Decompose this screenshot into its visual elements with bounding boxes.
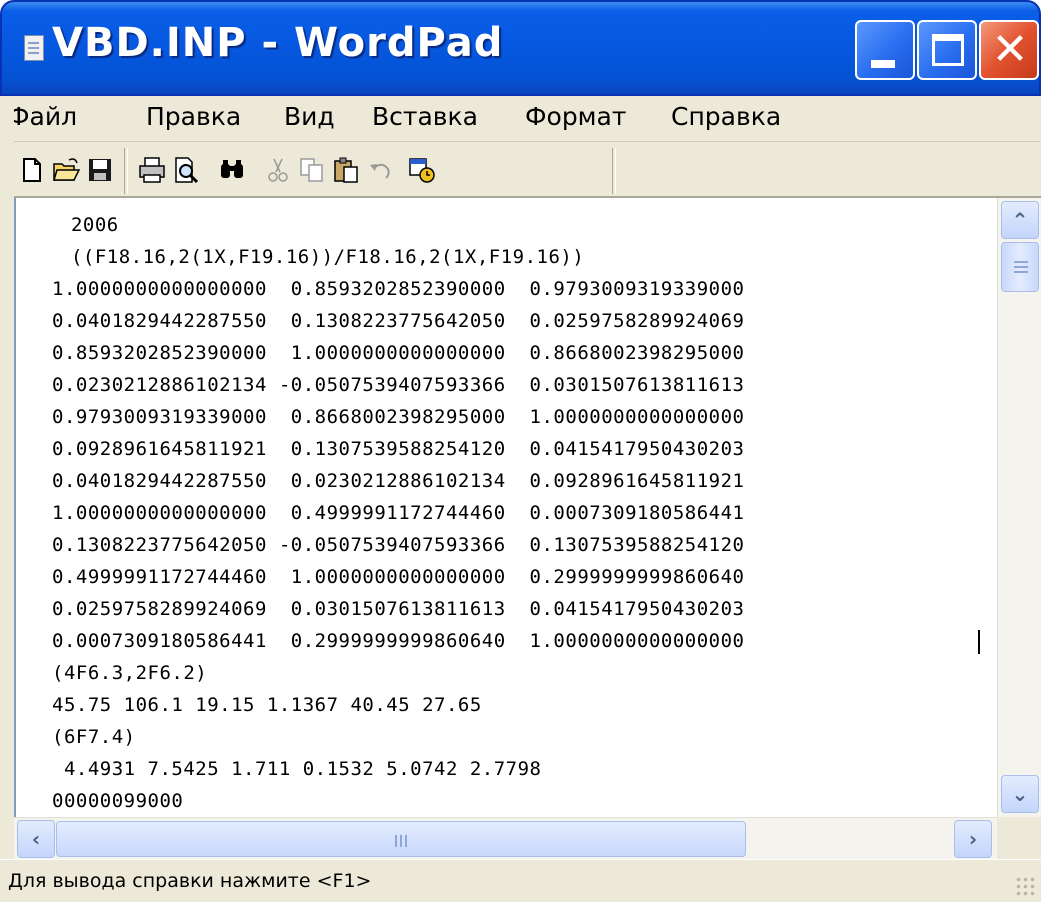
document-line: 00000099000 [52, 790, 184, 812]
document-line: 0.4999991172744460 1.0000000000000000 0.… [52, 566, 745, 588]
insert-date-time-icon[interactable] [408, 156, 436, 184]
menu-help[interactable]: Справка [671, 102, 781, 131]
grip-line [400, 835, 402, 847]
close-icon: ✕ [991, 24, 1029, 75]
window-frame [0, 96, 14, 859]
cut-icon[interactable] [264, 156, 292, 184]
title-bar[interactable]: VBD.INP - WordPad ✕ [0, 0, 1041, 96]
menu-format[interactable]: Формат [525, 102, 626, 131]
save-icon[interactable] [86, 156, 114, 184]
scrollbar-corner [997, 817, 1041, 859]
grip-line [1014, 266, 1028, 268]
close-button[interactable]: ✕ [979, 20, 1039, 80]
scroll-right-arrow-icon: › [968, 827, 978, 851]
scroll-right-button[interactable]: › [954, 820, 992, 858]
menu-edit[interactable]: Правка [146, 102, 241, 131]
document-line: 2006 [59, 214, 119, 236]
document-line: 0.0007309180586441 0.2999999999860640 1.… [52, 630, 745, 652]
print-preview-icon[interactable] [172, 156, 200, 184]
document-line: 45.75 106.1 19.15 1.1367 40.45 27.65 [52, 694, 482, 716]
document-line: 1.0000000000000000 0.8593202852390000 0.… [52, 278, 745, 300]
grip-line [1014, 271, 1028, 273]
vertical-scroll-thumb[interactable] [1001, 242, 1039, 292]
horizontal-scrollbar[interactable]: ‹ › [14, 817, 997, 859]
scroll-down-button[interactable]: ⌄ [1001, 775, 1039, 813]
horizontal-scroll-thumb[interactable] [56, 821, 746, 857]
grip-line [395, 835, 397, 847]
document-line: 1.0000000000000000 0.4999991172744460 0.… [52, 502, 745, 524]
menu-insert[interactable]: Вставка [372, 102, 478, 131]
print-icon[interactable] [138, 156, 166, 184]
status-text: Для вывода справки нажмите <F1> [8, 870, 372, 892]
document-line: 0.0928961645811921 0.1307539588254120 0.… [52, 438, 745, 460]
paste-icon[interactable] [332, 156, 360, 184]
vertical-scrollbar[interactable]: ⌃ ⌄ [997, 198, 1041, 817]
document-line: 4.4931 7.5425 1.711 0.1532 5.0742 2.7798 [52, 758, 542, 780]
scroll-down-arrow-icon: ⌄ [1011, 782, 1029, 806]
scroll-up-button[interactable]: ⌃ [1001, 201, 1039, 239]
scroll-left-arrow-icon: ‹ [31, 827, 41, 851]
menu-file[interactable]: Файл [8, 102, 77, 131]
resize-grip-icon[interactable] [1015, 876, 1037, 898]
document-line: (6F7.4) [52, 726, 136, 748]
grip-line [405, 835, 407, 847]
document-line: 0.0401829442287550 0.1308223775642050 0.… [52, 310, 745, 332]
document-line: 0.8593202852390000 1.0000000000000000 0.… [52, 342, 745, 364]
minimize-icon [871, 60, 895, 68]
copy-icon[interactable] [298, 156, 326, 184]
wordpad-doc-icon[interactable] [24, 35, 44, 61]
find-icon[interactable] [218, 156, 246, 184]
toolbar [0, 142, 1041, 198]
document-line: (4F6.3,2F6.2) [52, 662, 208, 684]
menu-bar: Файл Правка Вид Вставка Формат Справка [0, 96, 1041, 142]
document-editor[interactable]: 2006 ((F18.16,2(1X,F19.16))/F18.16,2(1X,… [14, 198, 997, 817]
window-title: VBD.INP - WordPad [52, 20, 504, 66]
new-document-icon[interactable] [18, 156, 46, 184]
scroll-up-arrow-icon: ⌃ [1011, 208, 1029, 232]
minimize-button[interactable] [855, 20, 915, 80]
menu-view[interactable]: Вид [284, 102, 335, 131]
document-line: 0.0401829442287550 0.0230212886102134 0.… [52, 470, 745, 492]
maximize-button[interactable] [917, 20, 977, 80]
status-bar: Для вывода справки нажмите <F1> [0, 859, 1041, 902]
document-line: 0.9793009319339000 0.8668002398295000 1.… [52, 406, 745, 428]
scroll-left-button[interactable]: ‹ [17, 820, 55, 858]
open-folder-icon[interactable] [52, 156, 80, 184]
toolbar-separator [612, 148, 616, 194]
maximize-icon [932, 34, 964, 66]
text-caret [978, 630, 980, 654]
document-line: ((F18.16,2(1X,F19.16))/F18.16,2(1X,F19.1… [59, 246, 585, 268]
document-line: 0.0230212886102134 -0.0507539407593366 0… [52, 374, 745, 396]
document-line: 0.0259758289924069 0.0301507613811613 0.… [52, 598, 745, 620]
grip-line [1014, 261, 1028, 263]
document-line: 0.1308223775642050 -0.0507539407593366 0… [52, 534, 745, 556]
toolbar-separator [124, 148, 128, 194]
undo-icon[interactable] [366, 156, 394, 184]
